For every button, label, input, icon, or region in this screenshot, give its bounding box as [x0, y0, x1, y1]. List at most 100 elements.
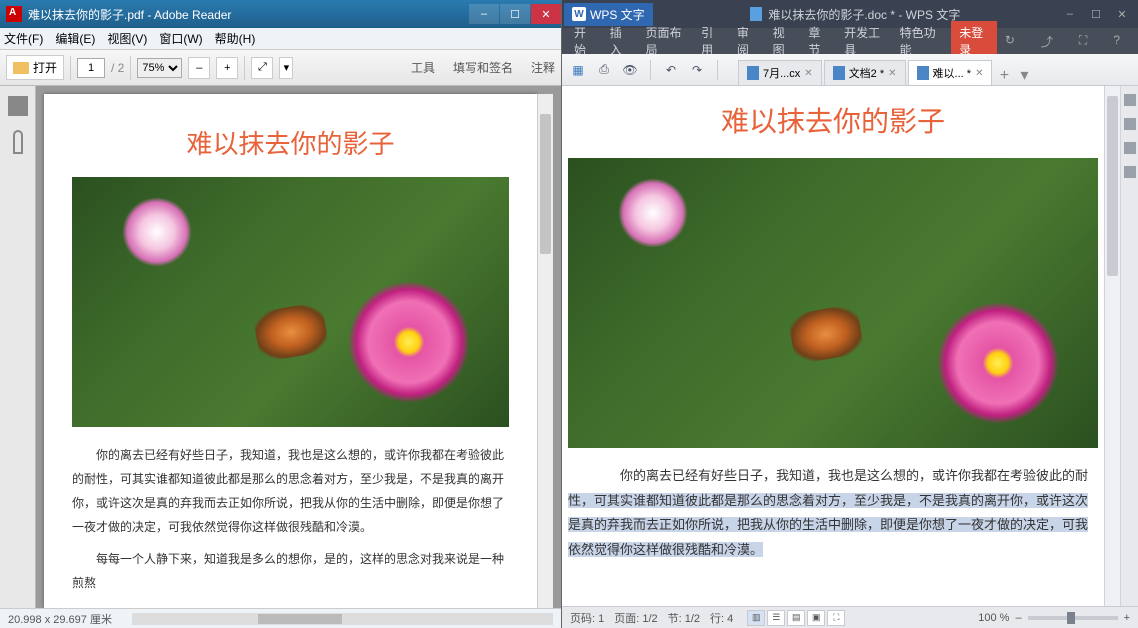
- panel-icon[interactable]: [1124, 94, 1136, 106]
- tab-chapter[interactable]: 章节: [800, 24, 836, 58]
- flower-icon: [938, 303, 1058, 423]
- wps-ribbon-tabs: 开始 插入 页面布局 引用 审阅 视图 章节 开发工具 特色功能 未登录 ↻ ⤴…: [562, 28, 1138, 54]
- tab-review[interactable]: 审阅: [729, 24, 765, 58]
- flower-icon: [618, 178, 688, 248]
- menu-edit[interactable]: 编辑(E): [55, 30, 95, 47]
- tab-view[interactable]: 视图: [765, 24, 801, 58]
- adobe-sidebar: [0, 86, 36, 608]
- menu-file[interactable]: 文件(F): [4, 30, 43, 47]
- tab-developer[interactable]: 开发工具: [836, 24, 892, 58]
- tab-close-icon[interactable]: ✕: [804, 68, 812, 79]
- adobe-minimize-button[interactable]: –: [469, 4, 499, 24]
- zoom-in-button[interactable]: +: [216, 57, 238, 79]
- panel-icon[interactable]: [1124, 166, 1136, 178]
- tab-close-icon[interactable]: ✕: [975, 68, 983, 79]
- adobe-titlebar: 难以抹去你的影子.pdf - Adobe Reader – ☐ ✕: [0, 0, 561, 28]
- view-mode-buttons: ▥ ☰ ▤ ▣ ⛶: [747, 610, 845, 626]
- print-preview-button[interactable]: 👁: [620, 60, 640, 80]
- adobe-page-area: 难以抹去你的影子 你的离去已经有好些日子，我知道，我也是这么想的，或许你我都在考…: [36, 86, 561, 608]
- zoom-out-button[interactable]: –: [1015, 612, 1021, 624]
- wps-close-button[interactable]: ✕: [1110, 5, 1134, 23]
- fill-sign-link[interactable]: 填写和签名: [453, 59, 513, 76]
- wps-minimize-button[interactable]: –: [1058, 5, 1082, 23]
- tab-label: 7月...cx: [763, 65, 800, 81]
- tab-insert[interactable]: 插入: [602, 24, 638, 58]
- help-icon[interactable]: ?: [1105, 33, 1128, 50]
- page-dimensions: 20.998 x 29.697 厘米: [8, 611, 112, 627]
- status-page: 页面: 1/2: [614, 610, 657, 626]
- wps-window-title: 难以抹去你的影子.doc * - WPS 文字: [750, 6, 960, 23]
- tab-special[interactable]: 特色功能: [892, 24, 948, 58]
- document-tab[interactable]: 7月...cx ✕: [738, 60, 822, 85]
- document-tabs: 7月...cx ✕ 文档2 * ✕ 难以... * ✕ + ▾: [738, 54, 1034, 85]
- adobe-reader-window: 难以抹去你的影子.pdf - Adobe Reader – ☐ ✕ 文件(F) …: [0, 0, 562, 628]
- wps-maximize-button[interactable]: ☐: [1084, 5, 1108, 23]
- panel-icon[interactable]: [1124, 142, 1136, 154]
- adobe-vertical-scrollbar[interactable]: [537, 94, 553, 608]
- open-button[interactable]: 打开: [6, 55, 64, 80]
- document-title: 难以抹去你的影子: [568, 100, 1098, 140]
- paragraph: 你的离去已经有好些日子，我知道，我也是这么想的，或许你我都在考验彼此的耐性，可其…: [568, 464, 1098, 563]
- wps-side-panel: [1120, 86, 1138, 606]
- paragraph: 你的离去已经有好些日子，我知道，我也是这么想的，或许你我都在考验彼此的耐性，可其…: [72, 443, 509, 539]
- comment-link[interactable]: 注释: [531, 59, 555, 76]
- document-image: [568, 158, 1098, 448]
- document-image: [72, 177, 509, 427]
- adobe-app-icon: [6, 6, 22, 22]
- tools-link[interactable]: 工具: [411, 59, 435, 76]
- zoom-select[interactable]: 75%: [137, 58, 182, 78]
- document-icon: [750, 7, 762, 21]
- tab-close-icon[interactable]: ✕: [888, 68, 896, 79]
- view-fullscreen[interactable]: ⛶: [827, 610, 845, 626]
- print-button[interactable]: ⎙: [594, 60, 614, 80]
- adobe-maximize-button[interactable]: ☐: [500, 4, 530, 24]
- status-row: 行: 4: [710, 610, 733, 626]
- status-page-number: 页码: 1: [570, 610, 604, 626]
- wps-window: WPS 文字 难以抹去你的影子.doc * - WPS 文字 – ☐ ✕ 开始 …: [562, 0, 1138, 628]
- undo-button[interactable]: ↶: [661, 60, 681, 80]
- adobe-statusbar: 20.998 x 29.697 厘米: [0, 608, 561, 628]
- adobe-close-button[interactable]: ✕: [531, 4, 561, 24]
- view-print-layout[interactable]: ▥: [747, 610, 765, 626]
- redo-button[interactable]: ↷: [687, 60, 707, 80]
- fit-page-button[interactable]: ⤢: [251, 57, 273, 79]
- wps-logo[interactable]: WPS 文字: [564, 3, 653, 26]
- butterfly-icon: [252, 301, 330, 362]
- tab-list-button[interactable]: ▾: [1014, 65, 1034, 85]
- pdf-page: 难以抹去你的影子 你的离去已经有好些日子，我知道，我也是这么想的，或许你我都在考…: [44, 94, 537, 608]
- refresh-icon[interactable]: ↻: [997, 33, 1023, 50]
- save-button[interactable]: ▦: [568, 60, 588, 80]
- new-tab-button[interactable]: +: [994, 67, 1014, 85]
- tab-references[interactable]: 引用: [693, 24, 729, 58]
- wps-document-page: 难以抹去你的影子 你的离去已经有好些日子，我知道，我也是这么想的，或许你我都在考…: [568, 100, 1098, 606]
- flower-icon: [122, 197, 192, 267]
- doc-icon: [833, 66, 845, 80]
- document-body[interactable]: 你的离去已经有好些日子，我知道，我也是这么想的，或许你我都在考验彼此的耐性，可其…: [568, 464, 1098, 563]
- wps-statusbar: 页码: 1 页面: 1/2 节: 1/2 行: 4 ▥ ☰ ▤ ▣ ⛶ 100 …: [562, 606, 1138, 628]
- menu-view[interactable]: 视图(V): [107, 30, 147, 47]
- thumbnails-icon[interactable]: [8, 96, 28, 116]
- menu-help[interactable]: 帮助(H): [215, 30, 256, 47]
- menu-window[interactable]: 窗口(W): [159, 30, 202, 47]
- view-outline[interactable]: ☰: [767, 610, 785, 626]
- document-title: 难以抹去你的影子: [72, 124, 509, 161]
- view-reading[interactable]: ▣: [807, 610, 825, 626]
- document-tab[interactable]: 文档2 * ✕: [824, 60, 906, 85]
- page-number-input[interactable]: [77, 58, 105, 78]
- butterfly-icon: [787, 303, 865, 364]
- fullscreen-icon[interactable]: ⛶: [1071, 33, 1095, 50]
- attachments-icon[interactable]: [13, 130, 23, 154]
- wps-vertical-scrollbar[interactable]: [1104, 86, 1120, 606]
- view-web[interactable]: ▤: [787, 610, 805, 626]
- adobe-horizontal-scrollbar[interactable]: [132, 613, 553, 625]
- document-tab-active[interactable]: 难以... * ✕: [908, 60, 993, 85]
- tab-start[interactable]: 开始: [566, 24, 602, 58]
- tab-layout[interactable]: 页面布局: [638, 24, 694, 58]
- share-icon[interactable]: ⤴: [1033, 33, 1061, 50]
- panel-icon[interactable]: [1124, 118, 1136, 130]
- zoom-out-button[interactable]: –: [188, 57, 210, 79]
- zoom-in-button[interactable]: +: [1124, 612, 1130, 624]
- zoom-slider[interactable]: [1028, 616, 1118, 620]
- flower-icon: [349, 282, 469, 402]
- toolbar-dropdown[interactable]: ▾: [279, 57, 293, 79]
